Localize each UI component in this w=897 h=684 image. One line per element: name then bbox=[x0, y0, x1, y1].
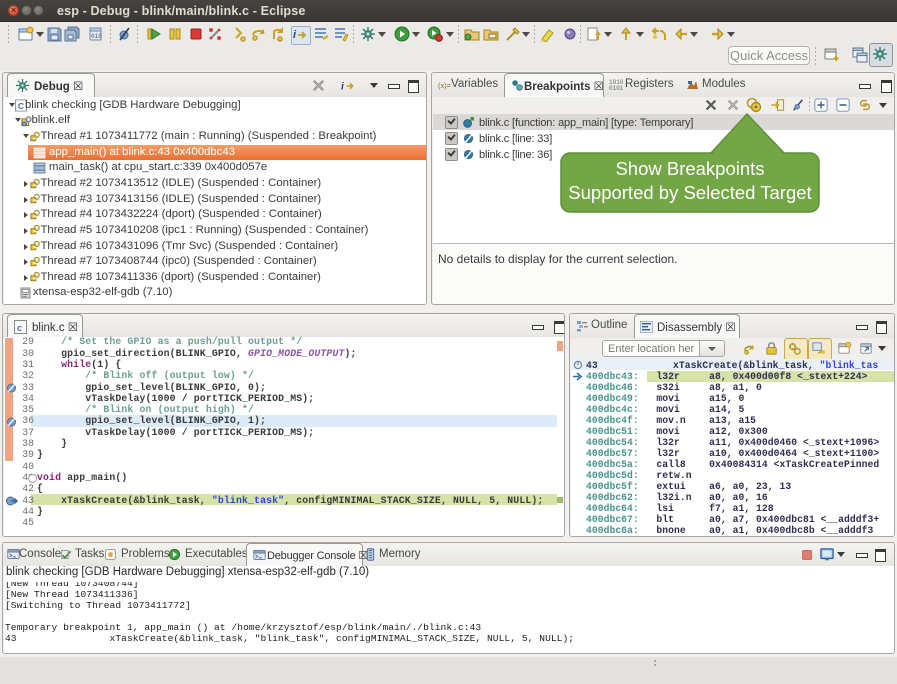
svg-text:010: 010 bbox=[91, 33, 102, 40]
svg-text:Supported by Selected Target: Supported by Selected Target bbox=[568, 182, 811, 203]
svg-text:i: i bbox=[341, 81, 345, 92]
svg-text:Show Breakpoints: Show Breakpoints bbox=[615, 158, 764, 179]
svg-text:i: i bbox=[293, 29, 297, 41]
svg-text:0101: 0101 bbox=[609, 85, 623, 91]
svg-text:C: C bbox=[18, 101, 24, 111]
svg-text:(x)=: (x)= bbox=[438, 81, 451, 90]
svg-text:c: c bbox=[17, 323, 22, 333]
